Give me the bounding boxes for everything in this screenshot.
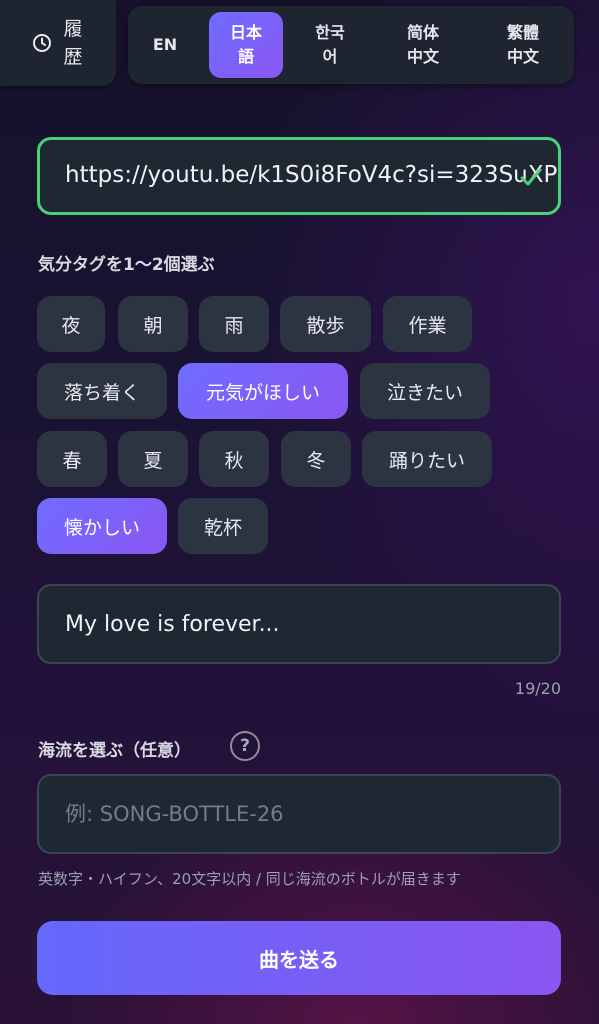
mood-tag-label: 懐かしい (63, 516, 140, 539)
mood-tag-label: 落ち着く (63, 381, 140, 404)
mood-tag-label: 夏 (143, 449, 163, 472)
mood-tag-label: 踊りたい (388, 449, 465, 472)
mood-tag-label: 秋 (224, 449, 244, 472)
lang-tab-en[interactable]: EN (136, 12, 194, 78)
mood-tag-label: 散歩 (306, 314, 345, 337)
url-value: https://youtu.be/k1S0i8FoV4c?si=323SuXP (65, 162, 558, 188)
mood-tag[interactable]: 夜 (37, 296, 105, 352)
mood-tag[interactable]: 踊りたい (362, 431, 492, 487)
lang-tab-label: EN (152, 35, 178, 54)
mood-tag-selected[interactable]: 元気がほしい (178, 363, 348, 419)
lang-tab-ko[interactable]: 한국어 (298, 12, 362, 78)
mood-tag[interactable]: 散歩 (280, 296, 371, 352)
mood-tag-label: 冬 (306, 449, 326, 472)
mood-tag-label: 雨 (224, 314, 244, 337)
current-hint: 英数字・ハイフン、20文字以内 / 同じ海流のボトルが届きます (38, 870, 461, 888)
mood-tag-label: 春 (62, 449, 82, 472)
help-icon[interactable]: ? (230, 731, 260, 761)
clock-icon (33, 34, 51, 52)
mood-tag-label: 朝 (143, 314, 163, 337)
lang-tab-label: 日本語 (229, 23, 262, 66)
history-label: 履歴 (63, 18, 83, 68)
current-code-input[interactable] (37, 774, 561, 854)
send-song-button[interactable]: 曲を送る (37, 921, 561, 995)
current-section-label: 海流を選ぶ（任意） (38, 741, 191, 761)
character-counter: 19/20 (514, 679, 561, 698)
top-bar: 履歴 EN 日本語 한국어 简体中文 繁體中文 (0, 0, 599, 90)
history-button[interactable]: 履歴 (0, 0, 116, 86)
check-icon (520, 168, 542, 186)
lang-tab-label: 繁體中文 (506, 23, 539, 66)
mood-tag[interactable]: 夏 (118, 431, 188, 487)
mood-tag-label: 作業 (408, 314, 447, 337)
mood-tag[interactable]: 乾杯 (178, 498, 268, 554)
mood-section-label: 気分タグを1〜2個選ぶ (38, 255, 215, 275)
mood-tag[interactable]: 朝 (118, 296, 188, 352)
mood-tag-label: 泣きたい (386, 381, 463, 404)
url-input[interactable]: https://youtu.be/k1S0i8FoV4c?si=323SuXP (37, 137, 561, 215)
lang-tab-label: 简体中文 (406, 23, 439, 66)
mood-tag[interactable]: 冬 (281, 431, 351, 487)
message-input[interactable]: My love is forever... (37, 584, 561, 664)
mood-tag[interactable]: 落ち着く (37, 363, 167, 419)
mood-tag-label: 夜 (61, 314, 81, 337)
lang-tab-label: 한국어 (315, 23, 345, 66)
mood-tag-selected[interactable]: 懐かしい (37, 498, 167, 554)
language-switcher: EN 日本語 한국어 简体中文 繁體中文 (128, 6, 574, 84)
mood-tag-label: 元気がほしい (205, 381, 320, 404)
lang-tab-zh-hant[interactable]: 繁體中文 (490, 12, 556, 78)
message-value: My love is forever... (65, 612, 280, 637)
mood-tag[interactable]: 秋 (199, 431, 269, 487)
mood-tag[interactable]: 雨 (199, 296, 269, 352)
mood-tag[interactable]: 作業 (383, 296, 472, 352)
lang-tab-zh-hans[interactable]: 简体中文 (390, 12, 456, 78)
mood-tag[interactable]: 泣きたい (360, 363, 490, 419)
lang-tab-ja[interactable]: 日本語 (209, 12, 283, 78)
mood-tag[interactable]: 春 (37, 431, 107, 487)
mood-tag-label: 乾杯 (203, 516, 242, 539)
